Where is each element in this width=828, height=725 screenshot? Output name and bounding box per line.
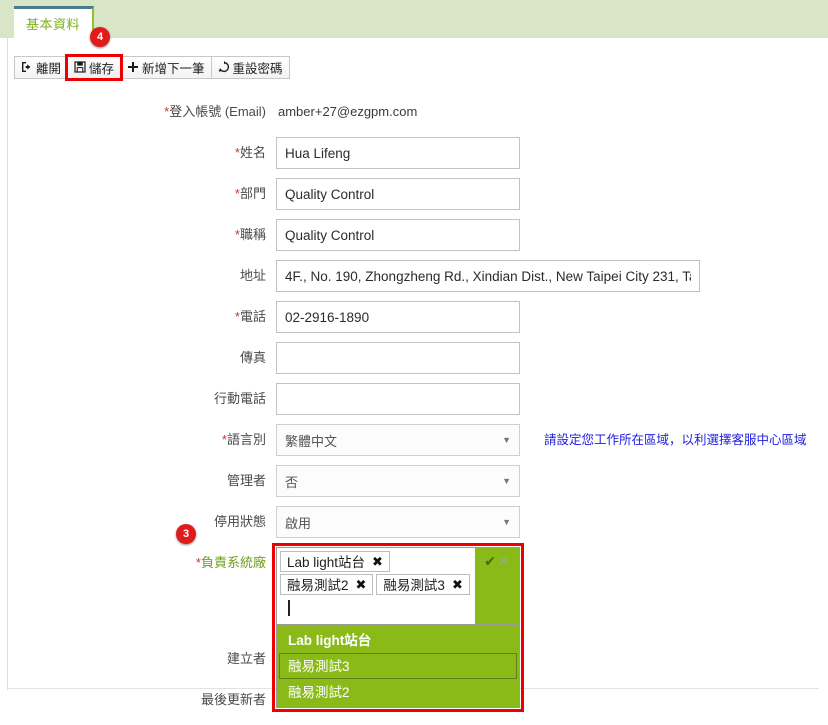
form-row-mobile: 行動電話 — [0, 383, 828, 415]
status-select-value: 啟用 — [285, 515, 312, 531]
address-input[interactable] — [276, 260, 700, 292]
chevron-down-icon: ▼ — [502, 476, 511, 486]
leave-button-label: 離開 — [36, 62, 62, 76]
reset-password-button[interactable]: 重設密碼 — [210, 56, 290, 79]
tag-label: Lab light站台 — [287, 555, 366, 570]
chevron-down-icon: ▼ — [502, 435, 511, 445]
department-input[interactable] — [276, 178, 520, 210]
form-row-fax: 傳真 — [0, 342, 828, 374]
owner-systems-tag-list: Lab light站台 ✖ 融易測試2 ✖ 融易測試3 ✖ — [277, 548, 475, 624]
email-label: *登入帳號 (Email) — [164, 104, 266, 119]
owner-systems-tag-box[interactable]: Lab light站台 ✖ 融易測試2 ✖ 融易測試3 ✖ ✔ ✕ — [276, 547, 520, 625]
address-label: 地址 — [239, 268, 266, 283]
form-row-manager: 管理者 否 ▼ — [0, 465, 828, 497]
department-label: *部門 — [234, 186, 266, 201]
fax-label: 傳真 — [239, 350, 266, 365]
text-cursor — [288, 600, 290, 616]
mobile-label: 行動電話 — [213, 391, 266, 406]
form-row-name: *姓名 — [0, 137, 828, 169]
manager-label: 管理者 — [226, 473, 266, 488]
fax-input[interactable] — [276, 342, 520, 374]
tab-basic-info[interactable]: 基本資料 — [14, 6, 94, 38]
mobile-input[interactable] — [276, 383, 520, 415]
tag-remove-icon[interactable]: ✖ — [372, 555, 383, 568]
plus-icon — [127, 61, 139, 75]
basic-info-form: *登入帳號 (Email) amber+27@ezgpm.com *姓名 *部門… — [0, 96, 828, 725]
form-row-language: *語言別 繁體中文 ▼ 請設定您工作所在區域，以利選擇客服中心區域 — [0, 424, 828, 456]
tag-remove-icon[interactable]: ✖ — [452, 578, 463, 591]
tab-strip: 基本資料 — [0, 0, 828, 38]
chevron-down-icon: ▼ — [502, 517, 511, 527]
refresh-icon — [217, 60, 230, 75]
tag-label: 融易測試2 — [287, 578, 349, 593]
name-input[interactable] — [276, 137, 520, 169]
save-button[interactable]: 儲存 — [65, 54, 124, 81]
language-select-value: 繁體中文 — [285, 433, 338, 449]
manager-select-value: 否 — [285, 474, 299, 490]
add-next-button-label: 新增下一筆 — [142, 62, 205, 76]
status-label: 停用狀態 — [213, 514, 266, 529]
form-row-phone: *電話 — [0, 301, 828, 333]
status-select[interactable]: 啟用 ▼ — [276, 506, 520, 538]
name-label: *姓名 — [234, 145, 266, 160]
tag-remove-icon[interactable]: ✖ — [356, 578, 367, 591]
tag-item[interactable]: Lab light站台 ✖ — [280, 551, 390, 572]
updated-by-label: 最後更新者 — [200, 692, 266, 707]
reset-password-button-label: 重設密碼 — [232, 62, 283, 76]
title-label: *職稱 — [234, 227, 266, 242]
form-row-updated-by: 最後更新者 — [0, 684, 828, 716]
add-next-button[interactable]: 新增下一筆 — [120, 56, 212, 79]
manager-select[interactable]: 否 ▼ — [276, 465, 520, 497]
email-value: amber+27@ezgpm.com — [278, 104, 418, 119]
language-select[interactable]: 繁體中文 ▼ — [276, 424, 520, 456]
tab-basic-info-label: 基本資料 — [25, 17, 80, 32]
form-row-created-by: 建立者 — [0, 643, 828, 675]
toolbar: 離開 儲存 新增下一筆 重設密碼 — [14, 54, 290, 81]
form-row-department: *部門 — [0, 178, 828, 210]
owner-systems-label: *負責系統廠 — [195, 555, 266, 570]
tag-item[interactable]: 融易測試3 ✖ — [376, 574, 470, 595]
form-row-title: *職稱 — [0, 219, 828, 251]
step-badge-3: 3 — [176, 524, 196, 544]
owner-systems-actions: ✔ ✕ — [475, 548, 519, 624]
phone-input[interactable] — [276, 301, 520, 333]
language-label: *語言別 — [221, 432, 266, 447]
form-row-address: 地址 — [0, 260, 828, 292]
form-row-status: 停用狀態 啟用 ▼ — [0, 506, 828, 538]
exit-icon — [21, 61, 33, 75]
phone-label: *電話 — [234, 309, 266, 324]
save-button-label: 儲存 — [89, 62, 115, 76]
form-row-email: *登入帳號 (Email) amber+27@ezgpm.com — [0, 96, 828, 128]
check-icon[interactable]: ✔ — [484, 553, 496, 570]
save-disk-icon — [74, 60, 86, 75]
tag-label: 融易測試3 — [383, 578, 445, 593]
tag-item[interactable]: 融易測試2 ✖ — [280, 574, 374, 595]
close-icon[interactable]: ✕ — [498, 553, 510, 570]
created-by-label: 建立者 — [226, 651, 266, 666]
language-hint: 請設定您工作所在區域，以利選擇客服中心區域 — [544, 433, 807, 447]
leave-button[interactable]: 離開 — [14, 56, 69, 79]
title-input[interactable] — [276, 219, 520, 251]
step-badge-4: 4 — [90, 27, 110, 47]
